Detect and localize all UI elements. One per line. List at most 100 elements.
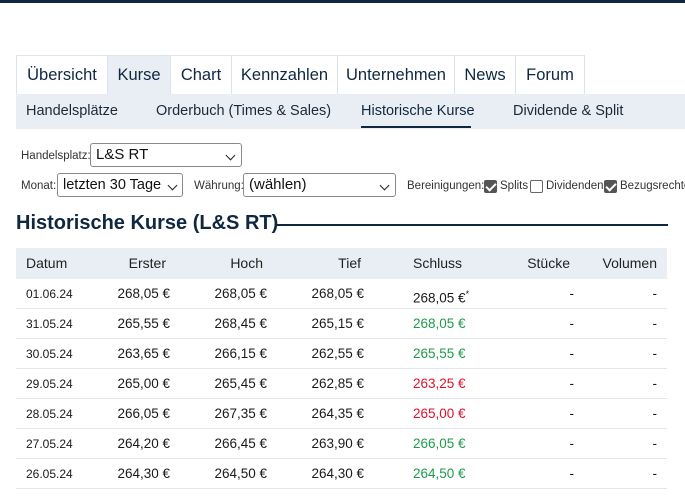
dividenden-checkbox[interactable]: [530, 180, 543, 193]
tab-kennzahlen[interactable]: Kennzahlen: [231, 55, 338, 94]
cell-hoch: 264,50 €: [214, 466, 267, 481]
table-row: 30.05.24 263,65 € 266,15 € 262,55 € 265,55 €…: [16, 339, 667, 369]
sub-tabs: Handelsplätze Orderbuch (Times & Sales) …: [16, 94, 685, 129]
table-row: 29.05.24 265,00 € 265,45 € 262,85 € 263,25 €…: [16, 369, 667, 399]
table-row: 31.05.24 265,55 € 268,45 € 265,15 € 268,05 €…: [16, 309, 667, 339]
cell-stuecke: -: [569, 286, 575, 301]
cell-hoch: 266,45 €: [214, 436, 267, 451]
cell-tief: 262,85 €: [311, 376, 364, 391]
bezugsrechte-checkbox[interactable]: [604, 180, 617, 193]
cell-datum: 28.05.24: [26, 407, 73, 421]
subtab-dividende-split[interactable]: Dividende & Split: [513, 94, 623, 129]
tab-unternehmen[interactable]: Unternehmen: [337, 55, 455, 94]
cell-volumen: -: [652, 346, 658, 361]
col-erster: Erster: [128, 255, 166, 271]
tab-chart[interactable]: Chart: [170, 55, 232, 94]
table-row: 27.05.24 264,20 € 266,45 € 263,90 € 266,05 €…: [16, 429, 667, 459]
monat-select[interactable]: letzten 30 Tage: [57, 173, 183, 197]
cell-datum: 30.05.24: [26, 347, 73, 361]
col-datum: Datum: [26, 255, 68, 271]
col-volumen: Volumen: [602, 255, 657, 271]
cell-schluss: 268,05 €: [413, 316, 466, 331]
active-tab-pointer: [130, 94, 148, 102]
cell-tief: 265,15 €: [311, 316, 364, 331]
cell-volumen: -: [652, 376, 658, 391]
cell-datum: 01.06.24: [26, 287, 73, 301]
tab-forum[interactable]: Forum: [515, 55, 585, 94]
cell-hoch: 265,45 €: [214, 376, 267, 391]
monat-value: letzten 30 Tage: [63, 177, 162, 193]
col-hoch: Hoch: [230, 255, 263, 271]
col-schluss: Schluss: [413, 255, 463, 271]
cell-tief: 264,30 €: [311, 466, 364, 481]
waehrung-value: (wählen): [249, 176, 307, 193]
tab-label: Kurse: [117, 65, 161, 84]
cell-schluss: 265,00 €: [413, 406, 466, 421]
active-subtab-underline: [361, 126, 471, 128]
cell-datum: 26.05.24: [26, 467, 73, 481]
cell-erster: 264,20 €: [117, 436, 170, 451]
col-tief: Tief: [338, 255, 361, 271]
cell-hoch: 268,05 €: [214, 286, 267, 301]
footnote-marker: *: [465, 289, 470, 299]
cell-tief: 263,90 €: [311, 436, 364, 451]
bereinigungen-label: Bereinigungen:: [407, 180, 485, 192]
tab-label: Übersicht: [27, 65, 97, 84]
tab-uebersicht[interactable]: Übersicht: [16, 55, 108, 94]
tab-label: Unternehmen: [346, 65, 446, 84]
cell-tief: 262,55 €: [311, 346, 364, 361]
chevron-down-icon: [167, 180, 178, 191]
cell-datum: 29.05.24: [26, 377, 73, 391]
cell-volumen: -: [652, 406, 658, 421]
handelsplatz-value: L&S RT: [96, 146, 149, 163]
cell-hoch: 268,45 €: [214, 316, 267, 331]
table-row: 26.05.24 264,30 € 264,50 € 264,30 € 264,50 €…: [16, 459, 667, 489]
cell-erster: 264,30 €: [117, 466, 170, 481]
cell-stuecke: -: [569, 406, 575, 421]
cell-volumen: -: [652, 286, 658, 301]
cell-stuecke: -: [569, 466, 575, 481]
cell-erster: 263,65 €: [117, 346, 170, 361]
tab-label: Kennzahlen: [240, 65, 329, 84]
waehrung-select[interactable]: (wählen): [243, 173, 396, 197]
subtab-orderbuch[interactable]: Orderbuch (Times & Sales): [156, 94, 331, 129]
cell-schluss: 266,05 €: [413, 436, 466, 451]
col-stuecke: Stücke: [527, 255, 570, 271]
cell-volumen: -: [652, 466, 658, 481]
title-divider: [277, 224, 668, 226]
cell-volumen: -: [652, 316, 658, 331]
cell-schluss: 263,25 €: [413, 376, 466, 391]
cell-erster: 265,00 €: [117, 376, 170, 391]
tab-label: Forum: [526, 65, 574, 84]
cell-datum: 27.05.24: [26, 437, 73, 451]
cell-tief: 264,35 €: [311, 406, 364, 421]
cell-schluss: 268,05 €*: [413, 289, 470, 306]
cell-hoch: 267,35 €: [214, 406, 267, 421]
cell-volumen: -: [652, 436, 658, 451]
cell-tief: 268,05 €: [311, 286, 364, 301]
cell-schluss: 265,55 €: [413, 346, 466, 361]
cell-stuecke: -: [569, 316, 575, 331]
table-row: 01.06.24 268,05 € 268,05 € 268,05 € 268,05 €…: [16, 279, 667, 309]
cell-stuecke: -: [569, 376, 575, 391]
subtab-historische-kurse[interactable]: Historische Kurse: [361, 94, 475, 129]
handelsplatz-select[interactable]: L&S RT: [90, 143, 242, 167]
cell-stuecke: -: [569, 346, 575, 361]
tab-kurse[interactable]: Kurse: [107, 55, 171, 94]
splits-checkbox[interactable]: [484, 180, 497, 193]
bezugsrechte-label: Bezugsrechte: [620, 180, 685, 192]
tab-label: News: [464, 65, 506, 84]
chevron-down-icon: [225, 150, 236, 161]
dividenden-label: Dividenden: [546, 180, 604, 192]
cell-hoch: 266,15 €: [214, 346, 267, 361]
cell-erster: 268,05 €: [117, 286, 170, 301]
main-tabs: Übersicht Kurse Chart Kennzahlen Unterne…: [16, 55, 585, 94]
monat-label: Monat:: [21, 180, 57, 192]
cell-stuecke: -: [569, 436, 575, 451]
cell-erster: 266,05 €: [117, 406, 170, 421]
waehrung-label: Währung:: [194, 180, 244, 192]
tab-news[interactable]: News: [454, 55, 516, 94]
subtab-handelsplaetze[interactable]: Handelsplätze: [26, 94, 118, 129]
cell-datum: 31.05.24: [26, 317, 73, 331]
table-header: Datum Erster Hoch Tief Schluss Stücke Vo…: [16, 248, 667, 279]
